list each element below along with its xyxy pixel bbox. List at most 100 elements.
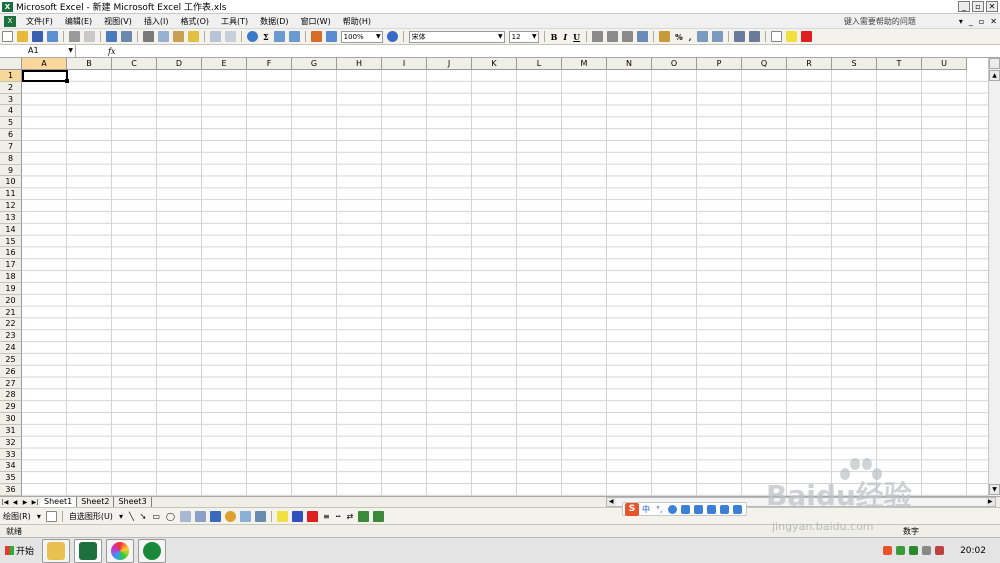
column-header[interactable]: I	[382, 58, 427, 70]
row-header[interactable]: 21	[0, 306, 22, 319]
draw-menu-button[interactable]: 绘图(R)	[3, 511, 31, 522]
fill-color-icon[interactable]	[277, 510, 288, 522]
row-header[interactable]: 23	[0, 330, 22, 343]
vertical-textbox-icon[interactable]	[195, 510, 206, 522]
row-header[interactable]: 7	[0, 140, 22, 153]
line-color-icon[interactable]	[292, 510, 303, 522]
row-header[interactable]: 24	[0, 342, 22, 354]
borders-icon[interactable]	[770, 31, 782, 42]
menu-view[interactable]: 视图(V)	[98, 16, 138, 27]
chevron-down-icon[interactable]: ▾	[37, 512, 41, 521]
doc-minimize-button[interactable]: _	[969, 17, 973, 26]
increase-indent-icon[interactable]	[748, 31, 760, 42]
decrease-indent-icon[interactable]	[733, 31, 745, 42]
settings-icon[interactable]	[732, 504, 742, 514]
row-header[interactable]: 26	[0, 365, 22, 378]
last-sheet-icon[interactable]: ▶|	[30, 499, 40, 506]
doc-close-button[interactable]: ✕	[990, 17, 997, 26]
row-header[interactable]: 18	[0, 271, 22, 283]
save-icon[interactable]	[32, 31, 43, 42]
menu-data[interactable]: 数据(D)	[254, 16, 294, 27]
row-header[interactable]: 14	[0, 223, 22, 236]
textbox-icon[interactable]	[180, 510, 191, 522]
sogou-tray-icon[interactable]	[883, 546, 893, 555]
active-cell[interactable]	[22, 70, 68, 82]
percent-button[interactable]: %	[675, 32, 683, 42]
formula-input[interactable]	[115, 45, 1000, 57]
select-all-corner[interactable]	[0, 58, 22, 70]
align-center-icon[interactable]	[607, 31, 619, 42]
next-sheet-icon[interactable]: ▶	[20, 499, 30, 506]
menu-window[interactable]: 窗口(W)	[295, 16, 337, 27]
arrow-style-icon[interactable]: ⇄	[347, 512, 354, 521]
ime-toolbar[interactable]: S 中 °,	[622, 502, 747, 516]
row-header[interactable]: 22	[0, 318, 22, 331]
font-color-icon[interactable]	[800, 31, 812, 42]
restore-button[interactable]: ▫	[972, 1, 984, 12]
drawing-icon[interactable]	[325, 31, 337, 42]
select-objects-icon[interactable]	[45, 510, 57, 522]
column-header[interactable]: J	[427, 58, 472, 70]
emoji-icon[interactable]	[667, 504, 677, 514]
line-style-icon[interactable]: ≡	[323, 512, 330, 521]
volume-icon[interactable]	[935, 546, 945, 555]
row-header[interactable]: 9	[0, 164, 22, 177]
bold-button[interactable]: B	[551, 32, 558, 42]
taskbar-app-button[interactable]	[138, 538, 167, 563]
chevron-down-icon[interactable]: ▾	[119, 512, 123, 521]
row-header[interactable]: 15	[0, 235, 22, 248]
close-button[interactable]: ✕	[986, 1, 998, 12]
zoom-select[interactable]: 100% ▼	[340, 30, 383, 43]
row-header[interactable]: 29	[0, 401, 22, 414]
clipart-icon[interactable]	[240, 510, 251, 522]
name-box[interactable]: A1 ▼	[0, 45, 76, 57]
column-header[interactable]: D	[157, 58, 202, 70]
row-header[interactable]: 6	[0, 129, 22, 141]
row-header[interactable]: 17	[0, 259, 22, 272]
column-header[interactable]: C	[112, 58, 157, 70]
row-header[interactable]: 8	[0, 152, 22, 165]
arrow-icon[interactable]: ➘	[140, 512, 147, 521]
hyperlink-icon[interactable]	[247, 31, 258, 42]
row-header[interactable]: 35	[0, 472, 22, 484]
open-icon[interactable]	[17, 31, 28, 42]
scroll-up-icon[interactable]: ▲	[989, 70, 1000, 81]
network-icon[interactable]	[922, 546, 932, 555]
sheet-tab-sheet3[interactable]: Sheet3	[114, 497, 152, 507]
row-header[interactable]: 16	[0, 247, 22, 260]
shield-icon[interactable]	[909, 546, 919, 555]
column-header[interactable]: F	[247, 58, 292, 70]
row-header[interactable]: 1	[0, 70, 22, 82]
row-header[interactable]: 11	[0, 188, 22, 201]
row-header[interactable]: 2	[0, 81, 22, 94]
column-header[interactable]: G	[292, 58, 337, 70]
font-name-select[interactable]: 宋体 ▼	[408, 30, 505, 43]
cut-icon[interactable]	[143, 31, 154, 42]
microphone-icon[interactable]	[680, 504, 690, 514]
doc-restore-button[interactable]: ▫	[979, 17, 984, 26]
merge-center-icon[interactable]	[637, 31, 649, 42]
menu-format[interactable]: 格式(O)	[174, 16, 215, 27]
wordart-icon[interactable]	[210, 510, 221, 522]
menu-edit[interactable]: 编辑(E)	[59, 16, 98, 27]
decrease-decimal-icon[interactable]	[711, 31, 723, 42]
row-header[interactable]: 32	[0, 436, 22, 449]
undo-icon[interactable]	[210, 31, 221, 42]
font-size-select[interactable]: 12 ▼	[508, 30, 539, 43]
fill-handle[interactable]	[65, 79, 69, 83]
menu-insert[interactable]: 插入(I)	[138, 16, 175, 27]
user-icon[interactable]	[706, 504, 716, 514]
sort-ascending-icon[interactable]	[273, 31, 285, 42]
column-header[interactable]: L	[517, 58, 562, 70]
ime-mode[interactable]: 中	[642, 504, 650, 515]
row-header[interactable]: 4	[0, 105, 22, 118]
redo-icon[interactable]	[225, 31, 236, 42]
ime-punct[interactable]: °,	[656, 505, 663, 514]
menu-help[interactable]: 帮助(H)	[337, 16, 377, 27]
menu-tools[interactable]: 工具(T)	[215, 16, 254, 27]
column-header[interactable]: A	[22, 58, 67, 70]
chart-wizard-icon[interactable]	[310, 31, 322, 42]
font-color-icon[interactable]	[307, 510, 318, 522]
autoshapes-button[interactable]: 自选图形(U)	[69, 511, 113, 522]
dash-style-icon[interactable]: ┅	[336, 512, 341, 521]
